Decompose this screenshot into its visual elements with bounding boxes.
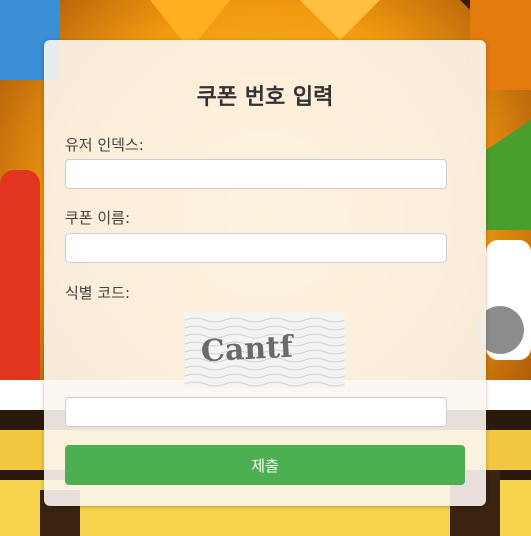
id-code-label: 식별 코드:: [65, 284, 131, 302]
coupon-name-label: 쿠폰 이름:: [65, 209, 131, 227]
coupon-name-input[interactable]: [65, 233, 447, 263]
captcha-image: Cantf: [185, 312, 345, 388]
coupon-form-card: 쿠폰 번호 입력 유저 인덱스: 쿠폰 이름: 식별 코드: Cantf 제출: [44, 40, 486, 506]
user-index-input[interactable]: [65, 159, 447, 189]
page-title: 쿠폰 번호 입력: [196, 85, 334, 110]
submit-button[interactable]: 제출: [65, 445, 465, 485]
captcha-input[interactable]: [65, 397, 447, 427]
captcha-text: Cantf: [200, 329, 296, 369]
user-index-label: 유저 인덱스:: [65, 136, 144, 154]
